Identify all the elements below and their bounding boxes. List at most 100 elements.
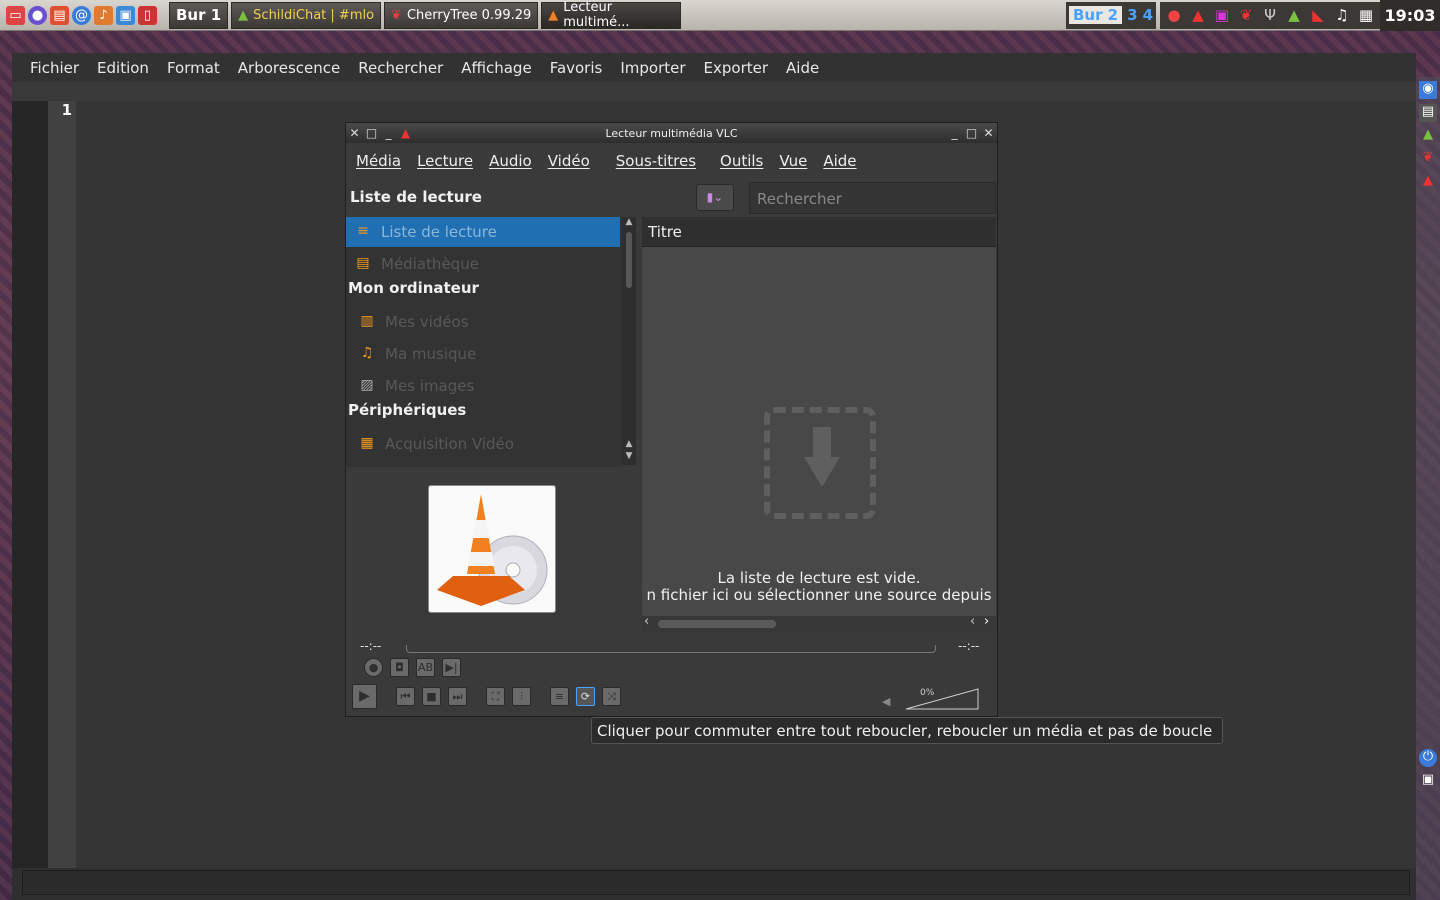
scroll-down-icon[interactable]: ▼ bbox=[622, 451, 636, 461]
playlist-hscrollbar[interactable]: ‹ ‹ › bbox=[642, 614, 996, 632]
volume-icon[interactable]: ♫ bbox=[1332, 6, 1352, 24]
stop-button[interactable]: ■ bbox=[422, 687, 441, 706]
cherrytree-tray-icon[interactable]: ❦ bbox=[1236, 6, 1256, 24]
drop-arrow-icon bbox=[804, 427, 840, 487]
menu-fichier[interactable]: Fichier bbox=[21, 59, 88, 77]
menu-rechercher[interactable]: Rechercher bbox=[349, 59, 452, 77]
volume-percent: 0% bbox=[920, 688, 935, 698]
mail-icon[interactable]: @ bbox=[72, 5, 91, 25]
sidebar-item-label: Ma musique bbox=[385, 345, 477, 363]
cherrytree-menubar: Fichier Edition Format Arborescence Rech… bbox=[12, 53, 1416, 82]
windows-tray-icon[interactable]: ▦ bbox=[1356, 6, 1376, 24]
menu-sous-titres[interactable]: Sous-titres bbox=[608, 152, 704, 170]
dock-schildichat-icon[interactable]: ▲ bbox=[1419, 127, 1437, 145]
scrollbar-thumb[interactable] bbox=[658, 620, 776, 628]
seek-slider[interactable] bbox=[406, 645, 936, 653]
menu-favoris[interactable]: Favoris bbox=[541, 59, 612, 77]
sidebar-item-library[interactable]: ▤ Médiathèque bbox=[346, 249, 622, 279]
scroll-right-icon[interactable]: › bbox=[984, 614, 989, 629]
launcher-bar: ▭ ● ▤ @ ♪ ▣ ▯ bbox=[0, 5, 166, 25]
menu-exporter[interactable]: Exporter bbox=[695, 59, 778, 77]
camera-icon: ◘ bbox=[395, 661, 404, 674]
menu-format[interactable]: Format bbox=[158, 59, 229, 77]
menu-aide[interactable]: Aide bbox=[815, 152, 864, 170]
sidebar-item-music[interactable]: ♫ Ma musique bbox=[346, 339, 622, 369]
schildichat-tray-icon[interactable]: ▲ bbox=[1284, 6, 1304, 24]
menu-importer[interactable]: Importer bbox=[611, 59, 694, 77]
dock-window-list-icon[interactable]: ▣ bbox=[1419, 772, 1437, 790]
loop-icon: ⟳ bbox=[580, 690, 591, 703]
sidebar-item-images[interactable]: ▨ Mes images bbox=[346, 371, 622, 401]
record-button[interactable]: ● bbox=[364, 658, 383, 677]
sidebar-item-capture[interactable]: ▦ Acquisition Vidéo bbox=[346, 429, 622, 459]
shuffle-button[interactable]: ⤨ bbox=[602, 687, 621, 706]
menu-video[interactable]: Vidéo bbox=[540, 152, 598, 170]
dock-app-icon[interactable]: ◉ bbox=[1419, 81, 1437, 99]
menu-media[interactable]: Média bbox=[348, 152, 409, 170]
clock[interactable]: 19:03 bbox=[1380, 0, 1440, 31]
loop-tooltip: Cliquer pour commuter entre tout reboucl… bbox=[591, 717, 1223, 744]
dock-window-icon[interactable]: ▤ bbox=[1419, 104, 1437, 122]
ab-loop-button[interactable]: AB bbox=[416, 658, 435, 677]
play-button[interactable]: ▶ bbox=[352, 684, 377, 709]
task-schildichat[interactable]: ▲ SchildiChat | #mlo bbox=[231, 1, 382, 29]
vlc-titlebar[interactable]: ✕ □ _ ▲ Lecteur multimédia VLC _ □ ✕ bbox=[346, 123, 997, 143]
vlc-tray-icon[interactable]: ▲ bbox=[1188, 6, 1208, 24]
playlist-icon: ≡ bbox=[554, 690, 565, 703]
network-icon[interactable]: Ψ bbox=[1260, 6, 1280, 24]
workspace-3[interactable]: 3 bbox=[1127, 6, 1137, 24]
next-button[interactable]: ⏭ bbox=[448, 687, 467, 706]
search-input[interactable]: Rechercher bbox=[749, 182, 996, 214]
task-cherrytree[interactable]: ❦ CherryTree 0.99.29 bbox=[384, 1, 539, 29]
scroll-left-icon[interactable]: ‹ bbox=[970, 614, 975, 629]
menu-outils[interactable]: Outils bbox=[712, 152, 771, 170]
menu-vue[interactable]: Vue bbox=[771, 152, 815, 170]
vlc-cone-icon bbox=[437, 494, 548, 606]
scroll-left-icon[interactable]: ‹ bbox=[644, 614, 649, 629]
settings-icon[interactable]: ▣ bbox=[116, 5, 135, 25]
menu-arborescence[interactable]: Arborescence bbox=[229, 59, 349, 77]
dock-vlc-icon[interactable]: ▲ bbox=[1419, 173, 1437, 191]
workspace-4[interactable]: 4 bbox=[1143, 6, 1153, 24]
monitor-tray-icon[interactable]: ▣ bbox=[1212, 6, 1232, 24]
view-mode-button[interactable]: ▮⌄ bbox=[696, 184, 734, 211]
menu-lecture[interactable]: Lecture bbox=[409, 152, 481, 170]
menu-audio[interactable]: Audio bbox=[481, 152, 540, 170]
desktop-button[interactable]: Bur 1 bbox=[169, 1, 229, 29]
volume-slider[interactable] bbox=[904, 687, 980, 711]
menu-aide[interactable]: Aide bbox=[777, 59, 828, 77]
time-total[interactable]: --:-- bbox=[958, 639, 979, 653]
scroll-up-icon[interactable]: ▲ bbox=[622, 217, 636, 227]
media-icon[interactable]: ♪ bbox=[94, 5, 113, 25]
files-icon[interactable]: ▯ bbox=[138, 5, 157, 25]
previous-button[interactable]: ⏮ bbox=[396, 687, 415, 706]
snapshot-button[interactable]: ◘ bbox=[390, 658, 409, 677]
browser-icon[interactable]: ● bbox=[28, 5, 47, 25]
sidebar-item-playlist[interactable]: ≡ Liste de lecture bbox=[346, 217, 620, 247]
scrollbar-thumb[interactable] bbox=[626, 232, 632, 288]
dock-cherrytree-icon[interactable]: ❦ bbox=[1419, 150, 1437, 168]
column-title[interactable]: Titre bbox=[642, 217, 996, 247]
update-tray-icon[interactable]: ◣ bbox=[1308, 6, 1328, 24]
microphone-icon[interactable]: ● bbox=[1164, 6, 1184, 24]
speaker-icon[interactable]: ◀ bbox=[882, 695, 890, 708]
menu-edition[interactable]: Edition bbox=[88, 59, 158, 77]
capture-device-icon: ▦ bbox=[360, 435, 374, 451]
time-elapsed[interactable]: --:-- bbox=[360, 639, 381, 653]
terminal-icon[interactable]: ▭ bbox=[6, 5, 25, 25]
tree-panel[interactable] bbox=[12, 101, 48, 868]
menu-affichage[interactable]: Affichage bbox=[452, 59, 540, 77]
scroll-up-icon[interactable]: ▲ bbox=[622, 439, 636, 449]
image-editor-icon[interactable]: ▤ bbox=[50, 5, 69, 25]
frame-step-button[interactable]: ▶| bbox=[442, 658, 461, 677]
fullscreen-button[interactable]: ⛶ bbox=[486, 687, 505, 706]
workspace-2[interactable]: Bur 2 bbox=[1068, 6, 1123, 24]
extended-settings-button[interactable]: ⫶ bbox=[512, 687, 531, 706]
dock-power-icon[interactable]: ⏻ bbox=[1419, 749, 1437, 767]
sidebar-scrollbar[interactable]: ▲ ▲ ▼ bbox=[622, 217, 636, 465]
task-vlc[interactable]: ▲ Lecteur multimé... bbox=[541, 0, 682, 30]
playlist-toggle-button[interactable]: ≡ bbox=[550, 687, 569, 706]
empty-message: La liste de lecture est vide. bbox=[717, 569, 921, 587]
sidebar-item-videos[interactable]: ▥ Mes vidéos bbox=[346, 307, 622, 337]
loop-button[interactable]: ⟳ bbox=[576, 687, 595, 706]
